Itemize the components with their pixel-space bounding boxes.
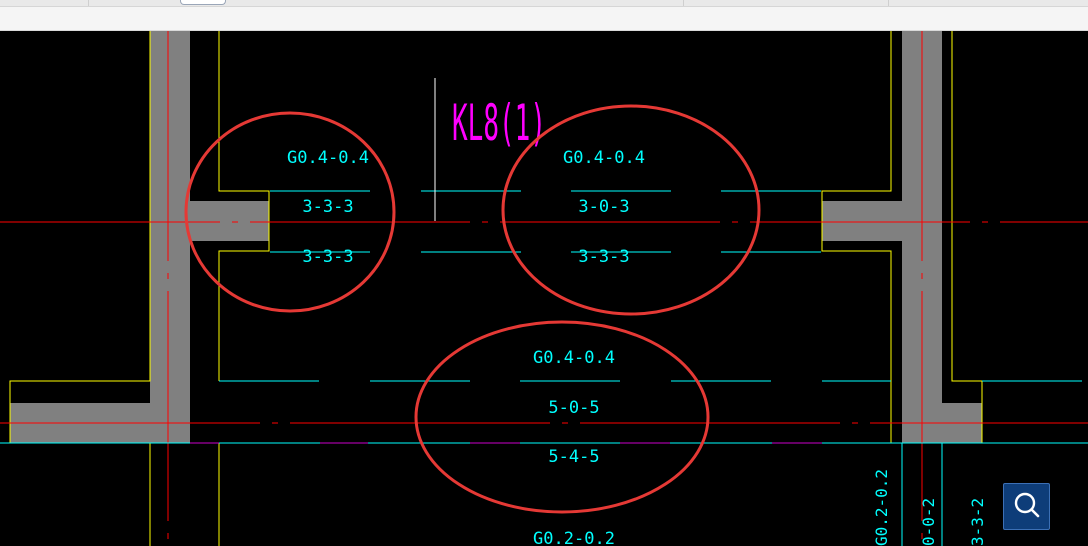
top-toolbar: [0, 0, 1088, 31]
annotation-center-mid: 3-0-3: [578, 197, 629, 217]
markup-circle-center: [501, 104, 761, 316]
annotation-center-top: G0.4-0.4: [563, 148, 645, 168]
annotation-vertical-1: G0.2-0.2: [872, 469, 891, 546]
cad-canvas[interactable]: KL8(1) G0.4-0.4 3-3-3 3-3-3 G0.4-0.4 3-0…: [0, 31, 1088, 546]
toolbar-separator: [683, 0, 684, 6]
toolbar-strip: [0, 0, 1088, 7]
annotation-vertical-3: 3-3-2: [968, 498, 987, 546]
cad-drawing: KL8(1) G0.4-0.4 3-3-3 3-3-3 G0.4-0.4 3-0…: [0, 31, 1088, 546]
annotation-vertical-2: 0-0-2: [919, 498, 938, 546]
zoom-button[interactable]: [1003, 483, 1050, 530]
annotation-lower-bot: 5-4-5: [548, 447, 599, 467]
toolbar-separator: [88, 0, 89, 6]
annotation-bottom-edge: G0.2-0.2: [533, 529, 615, 546]
annotation-center-bot: 3-3-3: [578, 247, 629, 267]
vertical-annotations: G0.2-0.2 0-0-2 3-3-2: [872, 469, 987, 546]
annotation-lower-mid: 5-0-5: [548, 398, 599, 418]
annotation-left-mid: 3-3-3: [302, 197, 353, 217]
annotation-left-top: G0.4-0.4: [287, 148, 369, 168]
markup-circles: [184, 104, 761, 514]
toolbar-tab[interactable]: [180, 0, 226, 5]
annotation-lower-top: G0.4-0.4: [533, 348, 615, 368]
search-icon: [1012, 490, 1042, 524]
annotation-left-bot: 3-3-3: [302, 247, 353, 267]
toolbar-separator: [888, 0, 889, 6]
